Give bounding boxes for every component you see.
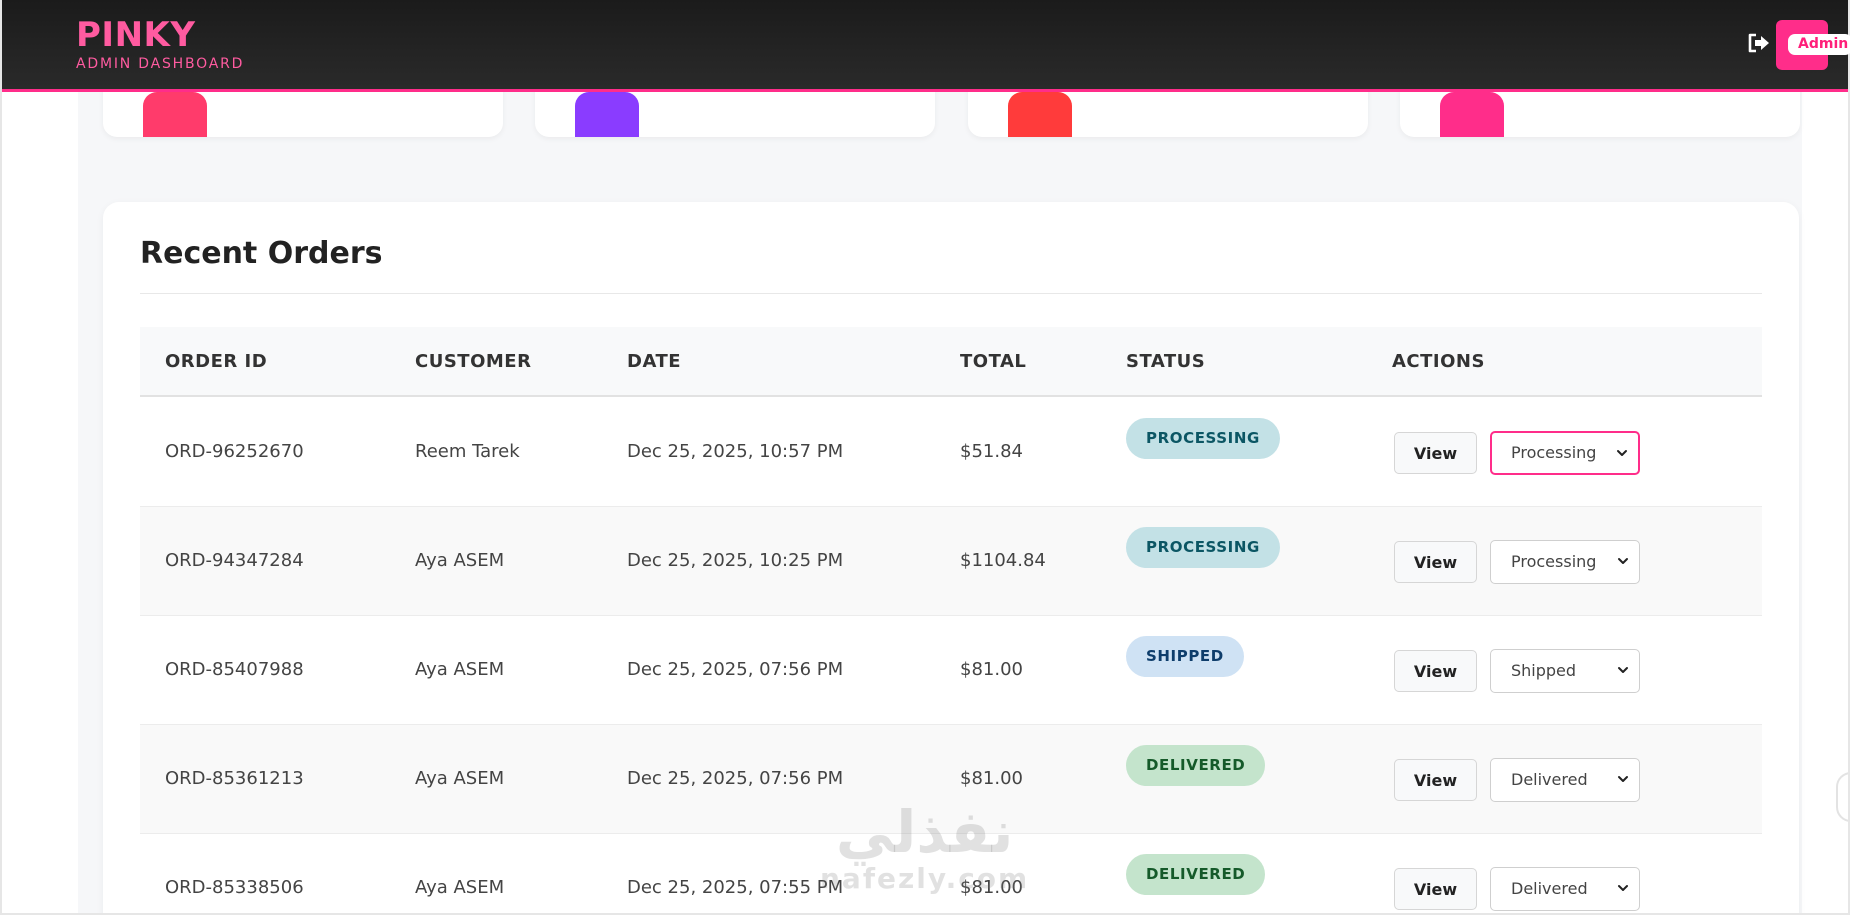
status-select-value: Processing bbox=[1511, 443, 1597, 462]
status-select-value: Shipped bbox=[1511, 661, 1577, 680]
status-badge: SHIPPED bbox=[1126, 636, 1244, 677]
stat-card-icon bbox=[1440, 92, 1504, 137]
order-id: ORD-85407988 bbox=[165, 659, 304, 680]
view-order-button[interactable]: View bbox=[1394, 541, 1477, 583]
status-select[interactable]: Shipped bbox=[1490, 649, 1640, 693]
view-order-button[interactable]: View bbox=[1394, 432, 1477, 474]
order-date: Dec 25, 2025, 07:56 PM bbox=[627, 768, 844, 789]
status-badge: DELIVERED bbox=[1126, 745, 1266, 786]
customer-name: Reem Tarek bbox=[415, 441, 520, 462]
order-total: $81.00 bbox=[960, 659, 1023, 680]
order-date: Dec 25, 2025, 10:57 PM bbox=[627, 441, 844, 462]
view-order-button[interactable]: View bbox=[1394, 759, 1477, 801]
table-header: ORDER ID CUSTOMER DATE TOTAL STATUS ACTI… bbox=[140, 327, 1762, 397]
order-id: ORD-96252670 bbox=[165, 441, 304, 462]
table-row: ORD-96252670 Reem Tarek Dec 25, 2025, 10:5… bbox=[140, 398, 1762, 507]
divider bbox=[140, 293, 1762, 294]
status-select[interactable]: Processing bbox=[1490, 540, 1640, 584]
customer-name: Aya ASEM bbox=[415, 550, 505, 571]
stat-card-icon bbox=[575, 92, 639, 137]
column-header-order-id: ORDER ID bbox=[165, 351, 268, 372]
chevron-down-icon bbox=[1618, 885, 1628, 891]
brand-name: PINKY bbox=[76, 15, 196, 55]
customer-name: Aya ASEM bbox=[415, 659, 505, 680]
status-badge: PROCESSING bbox=[1126, 418, 1280, 459]
view-order-button[interactable]: View bbox=[1394, 650, 1477, 692]
table-row: ORD-85361213 Aya ASEM Dec 25, 2025, 07:56 … bbox=[140, 725, 1762, 834]
brand-logo[interactable]: PINKY ADMIN DASHBOARD bbox=[76, 16, 244, 72]
order-id: ORD-85338506 bbox=[165, 877, 304, 898]
chevron-down-icon bbox=[1618, 558, 1628, 564]
customer-name: Aya ASEM bbox=[415, 768, 505, 789]
order-id: ORD-85361213 bbox=[165, 768, 304, 789]
status-select[interactable]: Delivered bbox=[1490, 867, 1640, 911]
side-scroll-handle[interactable] bbox=[1836, 772, 1850, 822]
chevron-down-icon bbox=[1617, 450, 1627, 456]
order-total: $81.00 bbox=[960, 768, 1023, 789]
order-date: Dec 25, 2025, 10:25 PM bbox=[627, 550, 844, 571]
column-header-total: TOTAL bbox=[960, 351, 1027, 372]
top-navbar: PINKY ADMIN DASHBOARD Admin bbox=[2, 0, 1850, 92]
table-row: ORD-85407988 Aya ASEM Dec 25, 2025, 07:56 … bbox=[140, 616, 1762, 725]
panel-title: Recent Orders bbox=[140, 236, 383, 271]
status-select[interactable]: Delivered bbox=[1490, 758, 1640, 802]
order-total: $1104.84 bbox=[960, 550, 1046, 571]
chevron-down-icon bbox=[1618, 667, 1628, 673]
brand-subtitle: ADMIN DASHBOARD bbox=[76, 56, 245, 72]
order-total: $51.84 bbox=[960, 441, 1023, 462]
chevron-down-icon bbox=[1618, 776, 1628, 782]
status-select-value: Delivered bbox=[1511, 770, 1588, 789]
order-total: $81.00 bbox=[960, 877, 1023, 898]
stat-card-icon bbox=[143, 92, 207, 137]
column-header-customer: CUSTOMER bbox=[415, 351, 532, 372]
admin-label[interactable]: Admin bbox=[1788, 34, 1850, 55]
table-row: ORD-85338506 Aya ASEM Dec 25, 2025, 07:55 … bbox=[140, 834, 1762, 915]
logout-icon bbox=[1748, 33, 1769, 53]
recent-orders-panel: Recent Orders ORDER ID CUSTOMER DATE TOT… bbox=[103, 202, 1799, 915]
view-order-button[interactable]: View bbox=[1394, 868, 1477, 910]
status-badge: DELIVERED bbox=[1126, 854, 1266, 895]
stat-card-icon bbox=[1008, 92, 1072, 137]
column-header-status: STATUS bbox=[1126, 351, 1206, 372]
order-date: Dec 25, 2025, 07:56 PM bbox=[627, 659, 844, 680]
column-header-actions: ACTIONS bbox=[1392, 351, 1485, 372]
table-row: ORD-94347284 Aya ASEM Dec 25, 2025, 10:25 … bbox=[140, 507, 1762, 616]
status-select-value: Delivered bbox=[1511, 879, 1588, 898]
logout-button[interactable] bbox=[1746, 30, 1772, 56]
status-select[interactable]: Processing bbox=[1490, 431, 1640, 475]
status-badge: PROCESSING bbox=[1126, 527, 1280, 568]
column-header-date: DATE bbox=[627, 351, 682, 372]
customer-name: Aya ASEM bbox=[415, 877, 505, 898]
order-date: Dec 25, 2025, 07:55 PM bbox=[627, 877, 844, 898]
status-select-value: Processing bbox=[1511, 552, 1597, 571]
order-id: ORD-94347284 bbox=[165, 550, 304, 571]
